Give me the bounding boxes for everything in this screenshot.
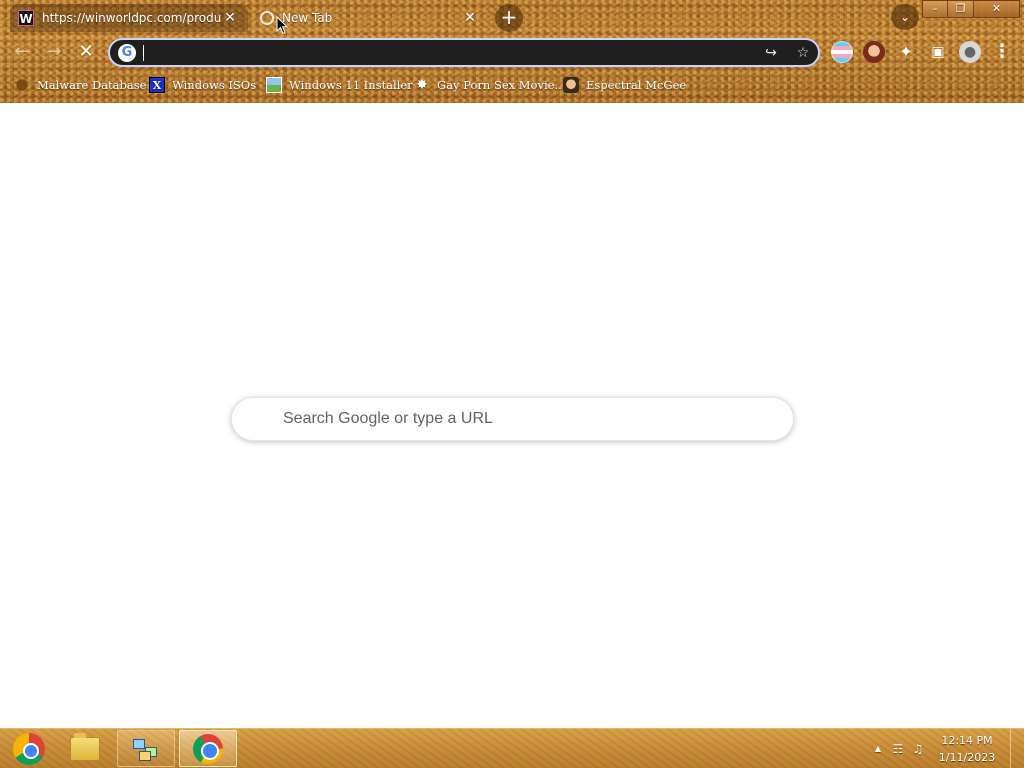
- bookmark-windows-isos[interactable]: X Windows ISOs: [149, 74, 256, 96]
- address-bar[interactable]: G ↪ ☆: [108, 38, 820, 67]
- network-computers-icon: [131, 735, 161, 763]
- taskbar-file-explorer[interactable]: [56, 730, 114, 767]
- flag-extension-icon[interactable]: [831, 41, 853, 63]
- bookmark-windows-11-installer[interactable]: Windows 11 Installer: [266, 74, 413, 96]
- stop-loading-button[interactable]: ✕: [74, 40, 98, 64]
- show-desktop-button[interactable]: [1010, 729, 1024, 768]
- avatar-extension-icon[interactable]: [863, 41, 885, 63]
- restore-button[interactable]: ❐: [948, 0, 974, 18]
- start-button[interactable]: [0, 730, 58, 767]
- bookmark-movie-site[interactable]: ✸ Gay Porn Sex Movie...: [414, 74, 565, 96]
- chrome-menu-icon[interactable]: ⋮: [991, 41, 1013, 63]
- malware-icon: [14, 77, 30, 93]
- profile-icon[interactable]: ●: [959, 41, 981, 63]
- x-icon: X: [149, 77, 165, 93]
- network-icon[interactable]: ☶: [888, 739, 908, 759]
- system-tray: ▲ ☶ ♫ 12:14 PM 1/11/2023: [868, 729, 1024, 768]
- landscape-icon: [266, 77, 282, 93]
- tab-search-button[interactable]: ⌄: [891, 4, 919, 30]
- winworld-favicon-icon: W: [18, 10, 34, 26]
- start-orb-icon: [13, 732, 45, 765]
- bookmark-espectral-mcgee[interactable]: Espectral McGee: [563, 74, 686, 96]
- folder-icon: [70, 732, 100, 761]
- tab-title: https://winworldpc.com/product/: [42, 11, 222, 25]
- tab-close-icon[interactable]: ✕: [462, 10, 478, 26]
- new-tab-button[interactable]: +: [495, 4, 523, 32]
- google-icon: G: [118, 44, 136, 62]
- share-icon[interactable]: ↪: [761, 43, 781, 63]
- bookmark-label: Gay Porn Sex Movie...: [437, 78, 566, 92]
- taskbar-chrome[interactable]: [179, 730, 237, 767]
- text-caret: [143, 45, 144, 61]
- tab-close-icon[interactable]: ✕: [222, 10, 238, 26]
- clock[interactable]: 12:14 PM 1/11/2023: [928, 732, 1006, 766]
- tab-winworldpc[interactable]: W https://winworldpc.com/product/ ✕: [10, 4, 248, 32]
- disk-icon: ✸: [416, 77, 428, 93]
- side-panel-icon[interactable]: ▣: [927, 41, 949, 63]
- browser-frame: W https://winworldpc.com/product/ ✕ New …: [0, 0, 1024, 103]
- close-window-button[interactable]: ✕: [974, 0, 1020, 18]
- address-input[interactable]: [142, 42, 752, 63]
- show-hidden-icons-icon[interactable]: ▲: [868, 739, 888, 759]
- new-tab-page: [0, 103, 1024, 728]
- chrome-icon: [193, 733, 223, 764]
- clock-time: 12:14 PM: [941, 734, 993, 747]
- chrome-favicon-icon: [260, 11, 274, 25]
- face-icon: [563, 77, 579, 93]
- volume-icon[interactable]: ♫: [908, 739, 928, 759]
- back-button[interactable]: ←: [10, 40, 34, 64]
- forward-button[interactable]: →: [42, 40, 66, 64]
- bookmark-label: Malware Database: [37, 78, 147, 92]
- taskbar: ▲ ☶ ♫ 12:14 PM 1/11/2023: [0, 728, 1024, 768]
- bookmark-star-icon[interactable]: ☆: [793, 43, 813, 63]
- bookmark-label: Espectral McGee: [586, 78, 687, 92]
- bookmarks-bar: Malware Database X Windows ISOs Windows …: [0, 74, 1024, 96]
- bookmark-label: Windows 11 Installer: [289, 78, 413, 92]
- clock-date: 1/11/2023: [938, 751, 996, 764]
- taskbar-network-app[interactable]: [117, 730, 175, 767]
- tab-title: New Tab: [282, 11, 333, 25]
- ntp-search-input[interactable]: [283, 398, 773, 440]
- extensions-puzzle-icon[interactable]: ✦: [895, 41, 917, 63]
- bookmark-malware-database[interactable]: Malware Database: [14, 74, 146, 96]
- bookmark-label: Windows ISOs: [172, 78, 257, 92]
- minimize-button[interactable]: –: [922, 0, 948, 18]
- ntp-search-box[interactable]: [231, 397, 794, 441]
- window-controls: – ❐ ✕: [922, 0, 1020, 18]
